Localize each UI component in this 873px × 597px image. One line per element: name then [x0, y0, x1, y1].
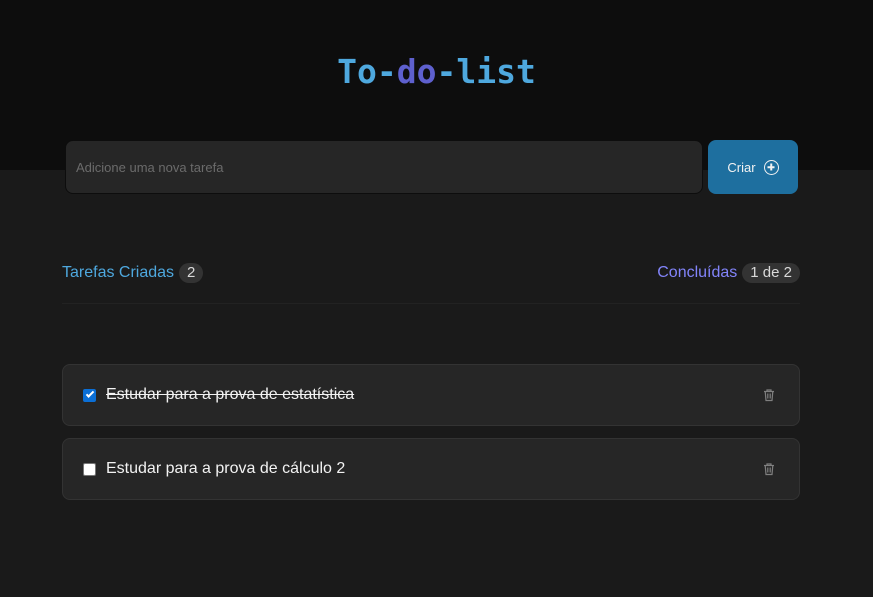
task-checkbox[interactable]	[83, 388, 96, 402]
created-counter: Tarefas Criadas 2	[62, 263, 204, 283]
task-item: Estudar para a prova de cálculo 2	[62, 438, 800, 500]
trash-icon[interactable]	[762, 462, 776, 476]
done-tasks-label: Concluídas	[657, 264, 738, 281]
created-count-badge: 2	[179, 263, 204, 283]
title-part-to: To-	[337, 52, 397, 91]
divider	[62, 303, 800, 304]
done-count-badge: 1 de 2	[742, 263, 800, 283]
create-task-button[interactable]: Criar	[708, 140, 798, 194]
task-item: Estudar para a prova de estatística	[62, 364, 800, 426]
app-title: To-do-list	[0, 52, 873, 91]
task-checkbox[interactable]	[83, 462, 96, 476]
trash-icon[interactable]	[762, 388, 776, 402]
title-part-do: do	[396, 52, 437, 91]
create-button-label: Criar	[727, 159, 756, 175]
new-task-input[interactable]	[65, 140, 703, 194]
title-part-list: -list	[436, 52, 536, 91]
check-icon	[85, 389, 94, 398]
done-counter: Concluídas 1 de 2	[657, 263, 800, 283]
created-tasks-label: Tarefas Criadas	[62, 264, 175, 281]
task-counters: Tarefas Criadas 2 Concluídas 1 de 2	[62, 263, 800, 283]
task-text: Estudar para a prova de estatística	[106, 386, 355, 403]
plus-circle-icon	[763, 159, 779, 175]
task-text: Estudar para a prova de cálculo 2	[106, 460, 346, 477]
